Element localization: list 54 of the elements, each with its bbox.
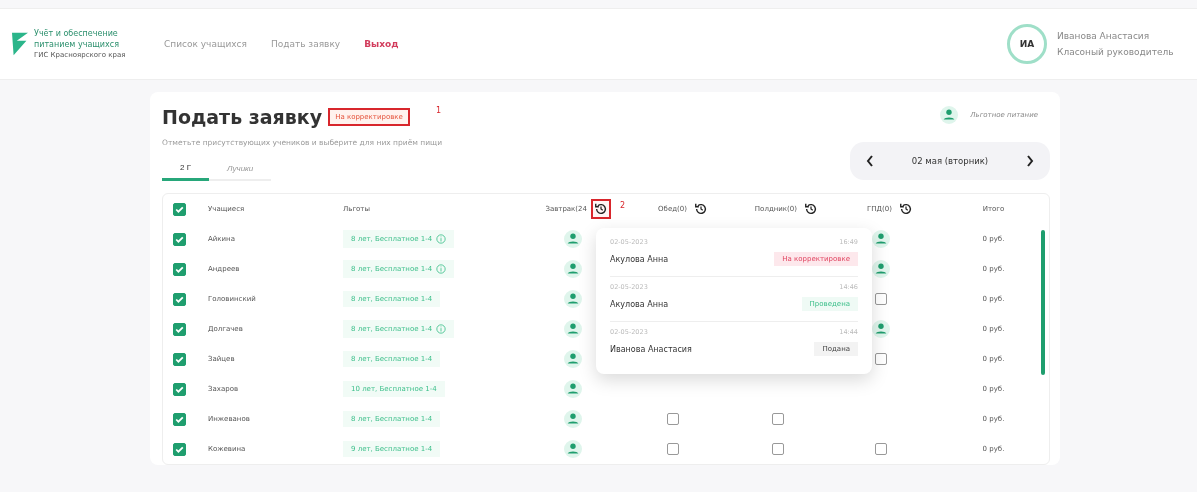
scrollbar[interactable] — [1041, 230, 1045, 375]
person-icon[interactable] — [871, 260, 890, 278]
meal-checkbox[interactable] — [772, 443, 784, 455]
class-tab[interactable]: Лучики — [209, 159, 272, 181]
person-icon[interactable] — [564, 350, 582, 368]
logo-text: питанием учащихся — [34, 40, 120, 49]
history-icon — [804, 202, 818, 216]
user-role: Класоный руководитель — [1057, 47, 1174, 57]
row-checkbox[interactable] — [173, 412, 186, 426]
person-icon[interactable] — [564, 290, 582, 308]
logo-text: Учёт и обеспечение — [34, 29, 119, 38]
history-icon — [594, 202, 608, 216]
person-icon[interactable] — [564, 410, 582, 428]
annotation-number: 2 — [619, 201, 625, 210]
meal-checkbox[interactable] — [667, 413, 679, 425]
class-tab[interactable]: 2 Г — [162, 159, 209, 181]
meal-checkbox[interactable] — [772, 413, 784, 425]
person-icon[interactable] — [871, 230, 890, 248]
nav-link[interactable]: Выход — [364, 39, 399, 49]
row-checkbox[interactable] — [173, 442, 186, 456]
history-button[interactable] — [591, 199, 611, 219]
meal-checkbox[interactable] — [874, 443, 887, 455]
row-checkbox[interactable] — [173, 292, 186, 306]
date-label: 02 мая (вторник) — [911, 156, 989, 166]
person-icon — [940, 106, 959, 124]
nav-link[interactable]: Подать заявку — [270, 39, 341, 49]
history-author: Иванова Анастасия — [610, 344, 692, 354]
history-author: Акулова Анна — [610, 299, 669, 309]
meal-checkbox[interactable] — [667, 443, 679, 455]
person-icon[interactable] — [564, 230, 582, 248]
select-all-checkbox[interactable] — [173, 202, 186, 216]
nav-link[interactable]: Список учащихся — [164, 39, 247, 49]
chevron-left-icon — [866, 155, 874, 167]
person-icon[interactable] — [564, 380, 582, 398]
history-icon — [694, 202, 708, 216]
history-author: Акулова Анна — [610, 254, 669, 264]
history-icon — [899, 202, 913, 216]
chevron-right-icon — [1026, 155, 1034, 167]
row-checkbox[interactable] — [173, 382, 186, 396]
user-name: Иванова Анастасия — [1057, 31, 1151, 41]
row-checkbox[interactable] — [173, 352, 186, 366]
row-checkbox[interactable] — [173, 322, 186, 336]
person-icon[interactable] — [564, 260, 582, 278]
meal-checkbox[interactable] — [874, 293, 887, 305]
avatar[interactable]: ИА — [1007, 24, 1047, 64]
row-checkbox[interactable] — [173, 232, 186, 246]
logo-icon — [12, 32, 28, 56]
person-icon[interactable] — [564, 440, 582, 458]
page-title: Подать заявку — [162, 106, 323, 128]
annotation-number: 1 — [435, 106, 441, 115]
person-icon[interactable] — [564, 320, 582, 338]
row-checkbox[interactable] — [173, 262, 186, 276]
meal-checkbox[interactable] — [874, 353, 887, 365]
person-icon[interactable] — [871, 320, 890, 338]
